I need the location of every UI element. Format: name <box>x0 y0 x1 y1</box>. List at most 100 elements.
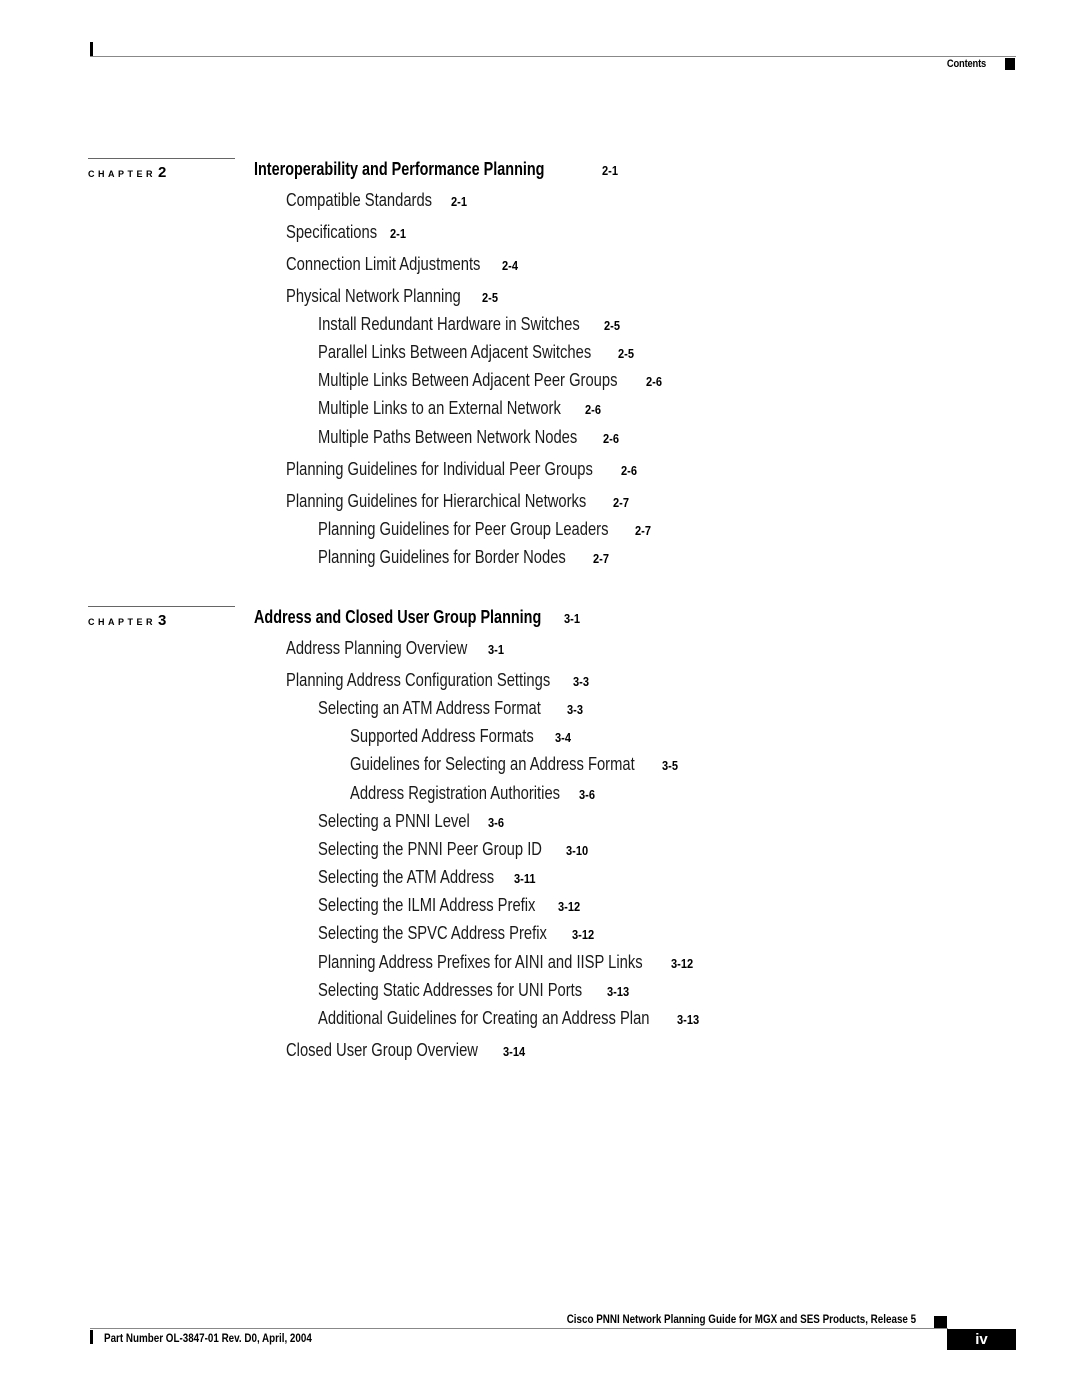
toc-page: 2-5 <box>618 346 635 361</box>
toc-title: Compatible Standards <box>286 190 433 210</box>
footer-part-number: Part Number OL-3847-01 Rev. D0, April, 2… <box>104 1331 312 1345</box>
header-block-marker <box>1005 58 1015 70</box>
toc-entry[interactable]: Planning Guidelines for Border Nodes 2-7 <box>318 547 612 568</box>
toc-entry[interactable]: Install Redundant Hardware in Switches 2… <box>318 314 623 335</box>
toc-title: Selecting an ATM Address Format <box>318 698 541 718</box>
toc-page: 2-7 <box>593 551 610 566</box>
toc-title: Address Planning Overview <box>286 638 468 658</box>
toc-page: 2-7 <box>635 523 652 538</box>
toc-title: Selecting the ILMI Address Prefix <box>318 895 536 915</box>
toc-title: Planning Guidelines for Individual Peer … <box>286 459 593 479</box>
toc-title: Multiple Links to an External Network <box>318 398 561 418</box>
toc-entry[interactable]: Guidelines for Selecting an Address Form… <box>350 754 681 775</box>
toc-entry[interactable]: Physical Network Planning 2-5 <box>286 286 501 307</box>
toc-page: 2-1 <box>451 194 468 209</box>
toc-title: Planning Guidelines for Peer Group Leade… <box>318 519 609 539</box>
toc-entry[interactable]: Address Registration Authorities 3-6 <box>350 783 598 804</box>
toc-title: Interoperability and Performance Plannin… <box>254 159 545 179</box>
toc-title: Planning Guidelines for Hierarchical Net… <box>286 491 587 511</box>
toc-page: 2-6 <box>603 431 620 446</box>
toc-page: 2-5 <box>604 318 621 333</box>
toc-page: 3-13 <box>677 1012 700 1027</box>
toc-entry[interactable]: Planning Guidelines for Individual Peer … <box>286 459 640 480</box>
header-rule <box>90 56 1016 57</box>
toc-title: Selecting the ATM Address <box>318 867 495 887</box>
toc-title: Selecting the PNNI Peer Group ID <box>318 839 542 859</box>
toc-entry[interactable]: Selecting the ATM Address 3-11 <box>318 867 539 888</box>
toc-entry[interactable]: Selecting the SPVC Address Prefix 3-12 <box>318 923 598 944</box>
chapter-2-rule <box>88 158 235 159</box>
toc-title: Supported Address Formats <box>350 726 534 746</box>
toc-page: 2-7 <box>613 495 630 510</box>
toc-page: 3-4 <box>555 730 572 745</box>
toc-entry[interactable]: Address Planning Overview 3-1 <box>286 638 507 659</box>
toc-page: 3-11 <box>513 871 536 886</box>
toc-title: Selecting a PNNI Level <box>318 811 470 831</box>
toc-title: Address and Closed User Group Planning <box>254 607 542 627</box>
toc-title: Planning Address Configuration Settings <box>286 670 551 690</box>
toc-page: 3-1 <box>488 642 505 657</box>
toc-page: 3-12 <box>670 956 694 971</box>
chapter-number: 2 <box>158 164 167 181</box>
header-margin-mark <box>90 42 93 57</box>
toc-title: Address Registration Authorities <box>350 783 561 803</box>
toc-entry[interactable]: Selecting the PNNI Peer Group ID 3-10 <box>318 839 592 860</box>
toc-entry[interactable]: Compatible Standards 2-1 <box>286 190 470 211</box>
toc-title: Connection Limit Adjustments <box>286 254 481 274</box>
toc-page: 3-12 <box>572 927 595 942</box>
chapter-3-label: CHAPTER 3 <box>88 612 166 629</box>
toc-entry[interactable]: Planning Guidelines for Hierarchical Net… <box>286 491 632 512</box>
chapter-3-rule <box>88 606 235 607</box>
toc-title: Parallel Links Between Adjacent Switches <box>318 342 592 362</box>
toc-page: 2-5 <box>482 290 499 305</box>
toc-entry[interactable]: Planning Address Configuration Settings … <box>286 670 592 691</box>
chapter-3-title[interactable]: Address and Closed User Group Planning 3… <box>254 607 583 628</box>
toc-page: 3-1 <box>564 611 581 626</box>
toc-title: Physical Network Planning <box>286 286 461 306</box>
toc-title: Specifications <box>286 222 378 242</box>
toc-title: Selecting Static Addresses for UNI Ports <box>318 980 583 1000</box>
toc-entry[interactable]: Multiple Paths Between Network Nodes 2-6 <box>318 427 622 448</box>
toc-entry[interactable]: Connection Limit Adjustments 2-4 <box>286 254 521 275</box>
footer-rule <box>90 1328 948 1329</box>
toc-page: 3-6 <box>488 815 505 830</box>
toc-title: Closed User Group Overview <box>286 1040 478 1060</box>
toc-title: Multiple Links Between Adjacent Peer Gro… <box>318 370 618 390</box>
toc-entry[interactable]: Planning Address Prefixes for AINI and I… <box>318 952 697 973</box>
toc-page: 2-1 <box>602 163 619 178</box>
toc-title: Install Redundant Hardware in Switches <box>318 314 580 334</box>
running-header: Contents <box>946 58 986 70</box>
toc-title: Additional Guidelines for Creating an Ad… <box>318 1008 650 1028</box>
toc-entry[interactable]: Supported Address Formats 3-4 <box>350 726 574 747</box>
toc-title: Selecting the SPVC Address Prefix <box>318 923 547 943</box>
toc-entry[interactable]: Planning Guidelines for Peer Group Leade… <box>318 519 654 540</box>
toc-entry[interactable]: Selecting a PNNI Level 3-6 <box>318 811 507 832</box>
page-number: iv <box>947 1329 1016 1350</box>
toc-entry[interactable]: Closed User Group Overview 3-14 <box>286 1040 529 1061</box>
toc-page: 3-3 <box>566 702 583 717</box>
toc-title: Planning Address Prefixes for AINI and I… <box>318 952 643 972</box>
toc-entry[interactable]: Specifications 2-1 <box>286 222 409 243</box>
toc-page: 3-13 <box>607 984 630 999</box>
toc-page: 3-6 <box>579 787 596 802</box>
toc-title: Planning Guidelines for Border Nodes <box>318 547 566 567</box>
toc-title: Guidelines for Selecting an Address Form… <box>350 754 635 774</box>
toc-page: 3-14 <box>503 1044 526 1059</box>
toc-page: 3-5 <box>662 758 679 773</box>
toc-entry[interactable]: Selecting an ATM Address Format 3-3 <box>318 698 586 719</box>
chapter-2-title[interactable]: Interoperability and Performance Plannin… <box>254 159 621 180</box>
toc-entry[interactable]: Multiple Links to an External Network 2-… <box>318 398 604 419</box>
chapter-word: CHAPTER <box>88 169 157 179</box>
toc-entry[interactable]: Additional Guidelines for Creating an Ad… <box>318 1008 703 1029</box>
toc-page: 2-6 <box>585 402 602 417</box>
chapter-word: CHAPTER <box>88 617 157 627</box>
footer-margin-mark <box>90 1330 93 1344</box>
toc-entry[interactable]: Multiple Links Between Adjacent Peer Gro… <box>318 370 665 391</box>
toc-entry[interactable]: Selecting Static Addresses for UNI Ports… <box>318 980 633 1001</box>
footer-book-title: Cisco PNNI Network Planning Guide for MG… <box>566 1312 916 1326</box>
toc-entry[interactable]: Parallel Links Between Adjacent Switches… <box>318 342 637 363</box>
chapter-2-label: CHAPTER 2 <box>88 164 166 181</box>
toc-page: 3-10 <box>566 843 589 858</box>
toc-page: 3-3 <box>573 674 590 689</box>
toc-entry[interactable]: Selecting the ILMI Address Prefix 3-12 <box>318 895 584 916</box>
